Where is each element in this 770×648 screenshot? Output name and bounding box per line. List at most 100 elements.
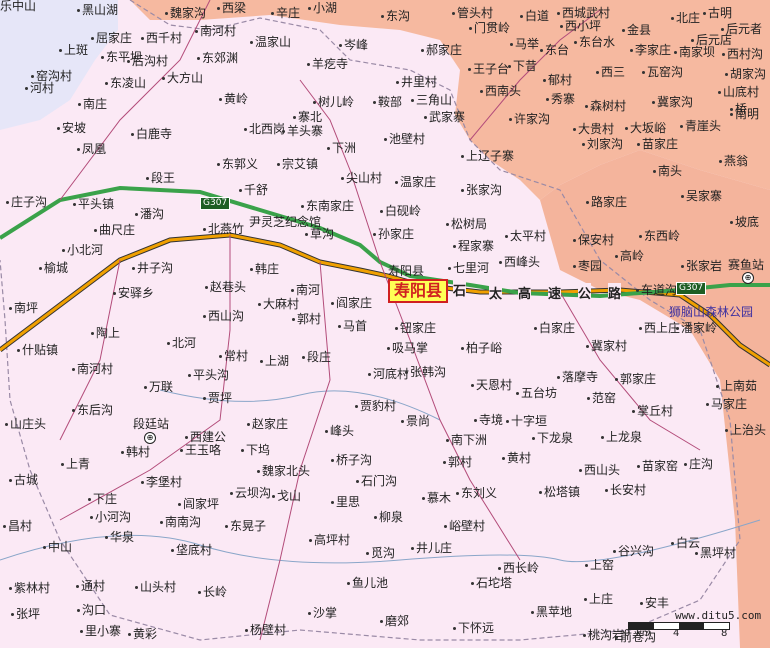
place-label[interactable]: 吴家寨 [680,190,722,203]
place-label[interactable]: 小湖 [307,2,337,15]
place-label[interactable]: 十字垣 [505,415,547,428]
place-label[interactable]: 乐中山 [0,0,36,13]
place-label[interactable]: 戈山 [271,490,301,503]
place-label[interactable]: 南河 [290,284,320,297]
place-label[interactable]: 上龙泉 [600,431,642,444]
station-label[interactable]: 赛鱼站 [728,256,764,273]
place-label[interactable]: 黑坪村 [694,547,736,560]
place-label[interactable]: 寺境 [473,414,503,427]
place-label[interactable]: 柳泉 [373,511,403,524]
place-label[interactable]: 西三 [595,66,625,79]
place-label[interactable]: 枣园 [572,260,602,273]
place-label[interactable]: 燕翁 [718,155,748,168]
place-label[interactable]: 武家寨 [423,111,465,124]
place-label[interactable]: 平头镇 [72,198,114,211]
place-label[interactable]: 温家山 [249,36,291,49]
place-label[interactable]: 安丰 [639,597,669,610]
place-label[interactable]: 白鹿寺 [130,128,172,141]
place-label[interactable]: 赵巷头 [204,281,246,294]
place-label[interactable]: 安坡 [56,122,86,135]
place-label[interactable]: 西峰头 [498,256,540,269]
place-label[interactable]: 黄村 [501,452,531,465]
place-label[interactable]: 白道 [519,10,549,23]
place-label[interactable]: 冀家村 [585,340,627,353]
place-label[interactable]: 青崖头 [679,120,721,133]
place-label[interactable]: 上湖 [259,355,289,368]
place-label[interactable]: 北庄 [670,12,700,25]
place-label[interactable]: 千舒 [238,184,268,197]
place-label[interactable]: 冀家沟 [651,96,693,109]
place-label[interactable]: 程家寨 [452,240,494,253]
place-label[interactable]: 上青 [60,458,90,471]
place-label[interactable]: 古明 [702,7,732,20]
place-label[interactable]: 曲尺庄 [93,224,135,237]
place-label[interactable]: 王子台 [467,63,509,76]
place-label[interactable]: 鞍部 [372,96,402,109]
place-label[interactable]: 秀寨 [545,93,575,106]
place-label[interactable]: 昌村 [2,520,32,533]
place-label[interactable]: 长岭 [197,586,227,599]
place-label[interactable]: 里思 [330,496,360,509]
place-label[interactable]: 桥子沟 [330,454,372,467]
place-label[interactable]: 王玉咯 [179,444,221,457]
place-label[interactable]: 井儿庄 [410,542,452,555]
place-label[interactable]: 白砚岭 [379,205,421,218]
place-label[interactable]: 岑峰 [338,39,368,52]
place-label[interactable]: 刘家沟 [581,138,623,151]
place-label[interactable]: 小河沟 [89,511,131,524]
place-label[interactable]: 路家庄 [585,196,627,209]
place-label[interactable]: 西长岭 [497,562,539,575]
place-label[interactable]: 高岭 [614,250,644,263]
place-label[interactable]: 东沟 [380,10,410,23]
place-label[interactable]: 池壁村 [383,133,425,146]
place-label[interactable]: 南明 [729,108,759,121]
place-label[interactable]: 东郊渊 [196,52,238,65]
place-label[interactable]: 范窑 [586,392,616,405]
place-label[interactable]: 景尚 [400,415,430,428]
place-label[interactable]: 西小坪 [559,20,601,33]
place-label[interactable]: 大贵村 [572,123,614,136]
place-label[interactable]: 井子沟 [131,262,173,275]
place-label[interactable]: 韩村 [120,446,150,459]
place-label[interactable]: 落摩寺 [556,371,598,384]
place-label[interactable]: 陶上 [90,327,120,340]
place-label[interactable]: 下坞 [240,444,270,457]
place-label[interactable]: 万联 [143,381,173,394]
place-label[interactable]: 郭家庄 [614,373,656,386]
place-label[interactable]: 三角山 [410,94,452,107]
place-label[interactable]: 后沟村 [126,55,168,68]
place-label[interactable]: 安驿乡 [112,287,154,300]
place-label[interactable]: 东刘义 [455,487,497,500]
place-label[interactable]: 大麻村 [257,298,299,311]
place-label[interactable]: 羊头寨 [281,125,323,138]
place-label[interactable]: 古城 [8,474,38,487]
place-label[interactable]: 白云 [670,537,700,550]
place-label[interactable]: 南头 [652,165,682,178]
place-label[interactable]: 长安村 [604,484,646,497]
place-label[interactable]: 张家沟 [460,184,502,197]
place-label[interactable]: 什贴镇 [16,344,58,357]
place-label[interactable]: 西山沟 [202,310,244,323]
place-label[interactable]: 谷兴沟 [612,545,654,558]
place-label[interactable]: 南庄 [77,98,107,111]
place-label[interactable]: 平头沟 [187,369,229,382]
place-label[interactable]: 张家岩 [680,260,722,273]
place-label[interactable]: 黄彩 [127,628,157,641]
place-label[interactable]: 苗家窑 [636,460,678,473]
place-label[interactable]: 上斑 [58,44,88,57]
place-label[interactable]: 大方山 [161,72,203,85]
place-label[interactable]: 慕木 [421,492,451,505]
place-label[interactable]: 钮家庄 [394,322,436,335]
place-label[interactable]: 李家庄 [629,44,671,57]
place-label[interactable]: 西千村 [140,32,182,45]
place-label[interactable]: 马家庄 [705,398,747,411]
place-label[interactable]: 东郭义 [216,158,258,171]
place-label[interactable]: 魏家沟 [164,7,206,20]
county-label[interactable]: 寿阳县 [388,279,449,303]
place-label[interactable]: 郝家庄 [420,44,462,57]
place-label[interactable]: 东晃子 [224,520,266,533]
place-label[interactable]: 松塔镇 [538,486,580,499]
place-label[interactable]: 上南茹 [715,380,757,393]
place-label[interactable]: 东南家庄 [300,200,354,213]
place-label[interactable]: 辛庄 [270,7,300,20]
